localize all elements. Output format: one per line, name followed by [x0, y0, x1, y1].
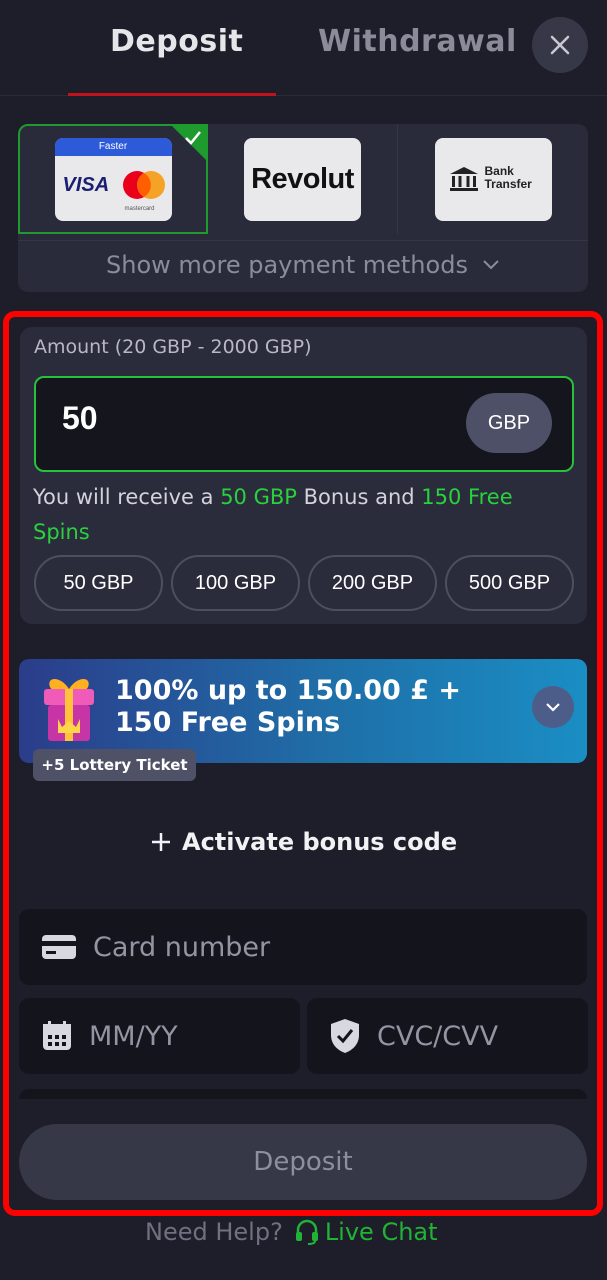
faster-band: Faster: [54, 137, 172, 156]
close-button[interactable]: [532, 17, 588, 73]
bank-icon: [449, 166, 478, 191]
visa-logo-text: VISA: [62, 173, 110, 196]
mastercard-label: mastercard: [124, 205, 155, 212]
tab-withdrawal[interactable]: Withdrawal: [318, 24, 517, 68]
active-tab-indicator: [68, 93, 276, 96]
live-chat-label: Live Chat: [324, 1218, 438, 1246]
show-more-label: Show more payment methods: [106, 250, 468, 279]
visa-mastercard-logo: Faster VISA mastercard: [54, 137, 172, 221]
check-icon: [185, 131, 201, 145]
mastercard-icon: [122, 170, 165, 199]
highlight-frame: [3, 311, 603, 1216]
live-chat-link[interactable]: Live Chat: [295, 1218, 438, 1246]
help-row: Need Help? Live Chat: [145, 1214, 438, 1250]
payment-method-card[interactable]: Faster VISA mastercard: [18, 124, 208, 234]
close-icon: [550, 35, 570, 55]
payment-method-bank-transfer[interactable]: Bank Transfer: [398, 124, 588, 234]
show-more-payment-methods[interactable]: Show more payment methods: [18, 240, 588, 288]
payment-method-revolut[interactable]: Revolut: [208, 124, 398, 234]
bank-line1: Bank: [484, 163, 514, 178]
revolut-logo: Revolut: [244, 137, 361, 221]
chevron-down-icon: [483, 259, 499, 269]
need-help-text: Need Help?: [145, 1218, 283, 1246]
revolut-logo-text: Revolut: [251, 162, 354, 195]
bank-line2: Transfer: [484, 176, 532, 191]
bank-transfer-text: Bank Transfer: [484, 163, 532, 191]
tab-deposit[interactable]: Deposit: [110, 24, 243, 68]
bank-transfer-logo: Bank Transfer: [434, 137, 552, 221]
headset-icon: [295, 1219, 318, 1245]
